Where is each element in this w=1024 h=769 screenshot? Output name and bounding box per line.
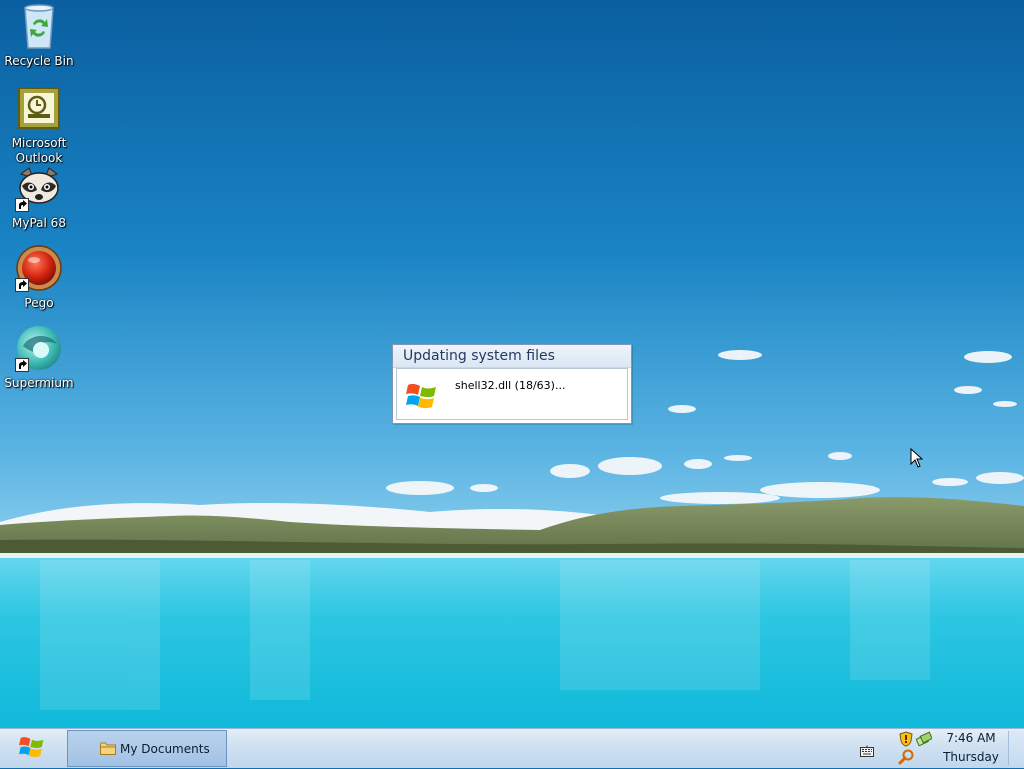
desktop-icon-label: Supermium bbox=[4, 376, 74, 390]
search-icon[interactable] bbox=[898, 749, 914, 769]
supermium-icon bbox=[15, 324, 63, 372]
network-icon[interactable] bbox=[915, 731, 933, 751]
folder-icon bbox=[100, 742, 116, 755]
taskbar: My Documents 7:46 AM Thursday bbox=[0, 728, 1024, 768]
desktop-icon-microsoft-outlook[interactable]: Microsoft Outlook bbox=[0, 84, 78, 166]
clock[interactable]: 7:46 AM Thursday bbox=[936, 729, 1006, 768]
desktop-icon-mypal-68[interactable]: MyPal 68 bbox=[0, 164, 78, 231]
shortcut-arrow-icon bbox=[15, 278, 29, 292]
mypal-raccoon-icon bbox=[15, 164, 63, 212]
security-shield-icon[interactable] bbox=[898, 731, 914, 751]
shortcut-arrow-icon bbox=[15, 198, 29, 212]
desktop-icon-pego[interactable]: Pego bbox=[0, 244, 78, 311]
windows-flag-icon bbox=[405, 379, 439, 413]
windows-flag-icon bbox=[18, 734, 46, 764]
show-desktop-button[interactable] bbox=[1008, 731, 1023, 765]
pego-icon bbox=[15, 244, 63, 292]
mouse-cursor-icon bbox=[910, 448, 924, 468]
desktop-icon-label: MyPal 68 bbox=[12, 216, 66, 230]
start-button[interactable] bbox=[0, 729, 64, 768]
clock-day: Thursday bbox=[943, 750, 999, 764]
dialog-body: shell32.dll (18/63)... bbox=[396, 368, 628, 420]
desktop-icon-recycle-bin[interactable]: Recycle Bin bbox=[0, 2, 78, 69]
keyboard-icon[interactable] bbox=[860, 742, 874, 761]
desktop-icon-label: Pego bbox=[24, 296, 54, 310]
outlook-icon bbox=[15, 84, 63, 132]
desktop-icon-label: Recycle Bin bbox=[4, 54, 74, 68]
taskbar-button-label: My Documents bbox=[120, 741, 210, 756]
recycle-bin-icon bbox=[15, 2, 63, 50]
desktop-icon-label: Microsoft Outlook bbox=[11, 136, 67, 165]
update-status-text: shell32.dll (18/63)... bbox=[455, 379, 566, 392]
desktop-icon-supermium[interactable]: Supermium bbox=[0, 324, 78, 391]
taskbar-button-my-documents[interactable]: My Documents bbox=[67, 730, 227, 767]
dialog-title: Updating system files bbox=[393, 345, 631, 368]
updating-system-files-dialog: Updating system files shell32.dll (18/63… bbox=[392, 344, 632, 424]
clock-time: 7:46 AM bbox=[946, 731, 996, 745]
shortcut-arrow-icon bbox=[15, 358, 29, 372]
